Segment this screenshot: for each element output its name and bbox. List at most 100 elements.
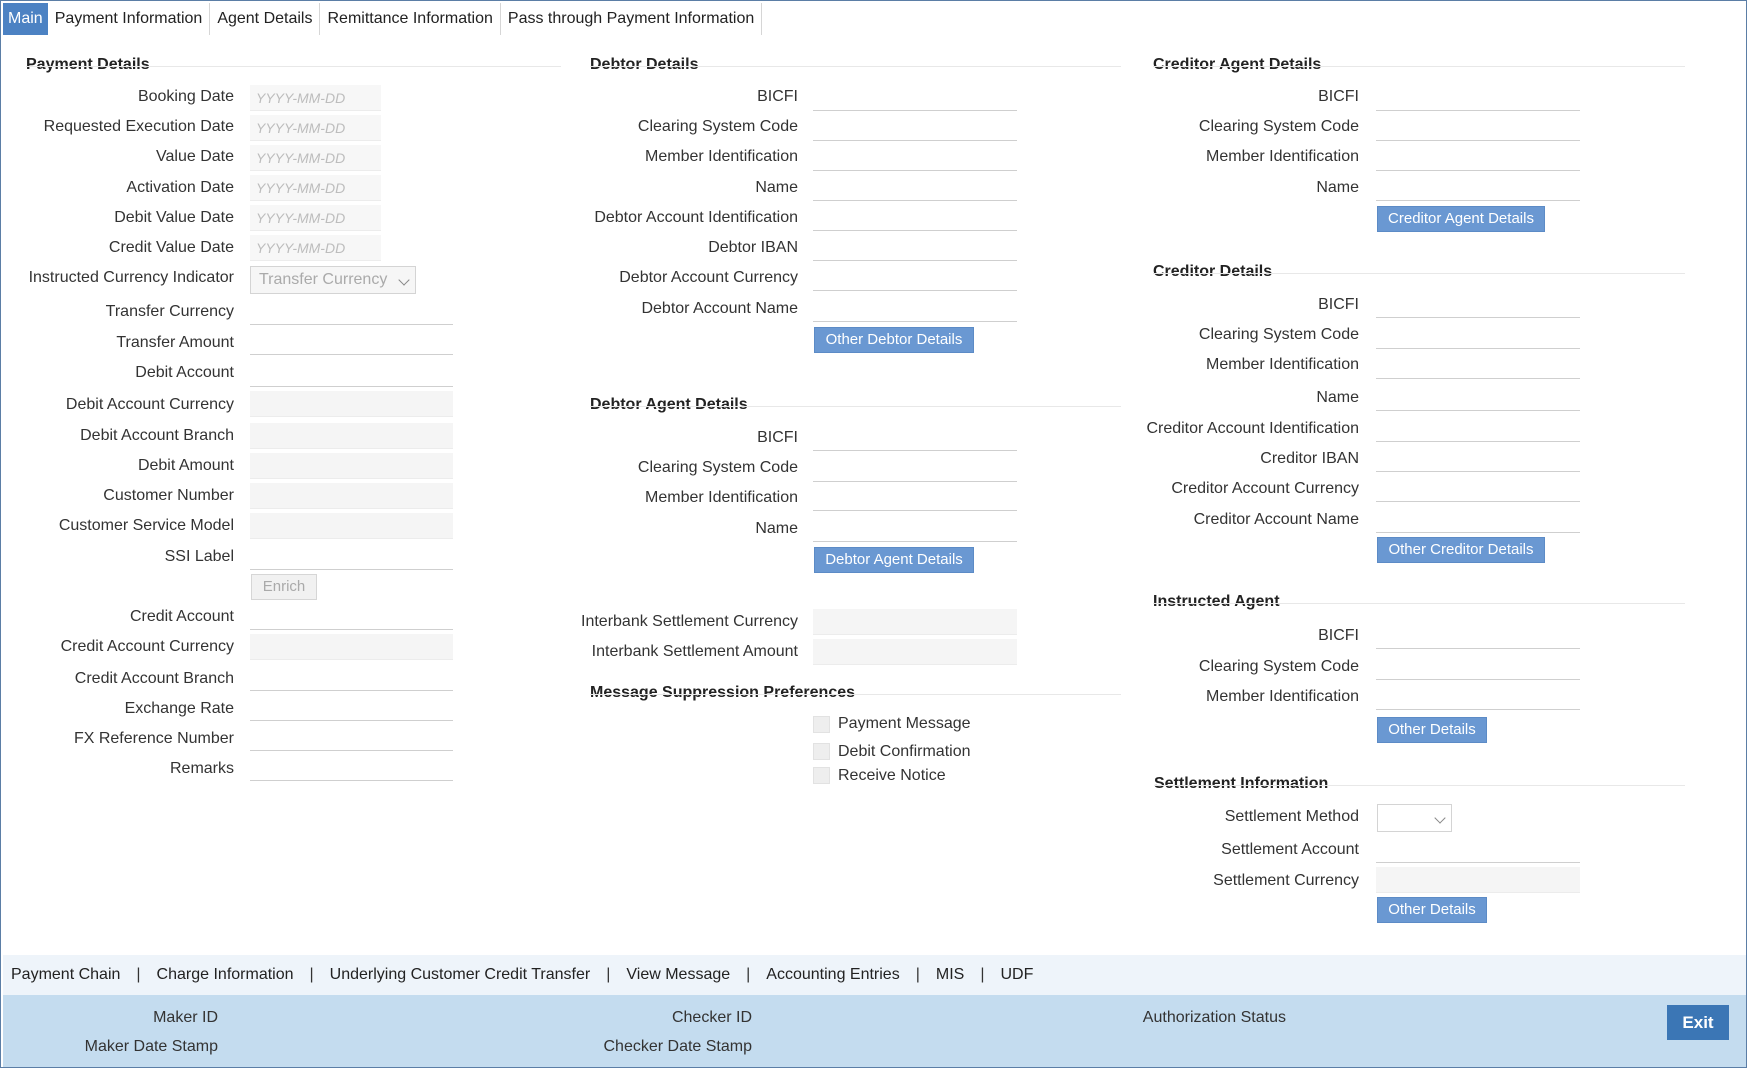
enrich-button[interactable]: Enrich	[251, 574, 317, 600]
interbank-settlement-amount-label: Interbank Settlement Amount	[591, 643, 798, 660]
debit-account-currency-input[interactable]	[250, 391, 453, 417]
maker-id-label: Maker ID	[153, 1009, 218, 1026]
transfer-currency-input[interactable]	[250, 299, 453, 325]
udf-link[interactable]: UDF	[1000, 966, 1033, 984]
booking-date-input[interactable]	[250, 85, 381, 111]
credit-account-currency-input[interactable]	[250, 634, 453, 660]
creditor-account-name-input[interactable]	[1376, 507, 1580, 533]
payment-message-label: Payment Message	[838, 715, 971, 732]
tab-agent-details[interactable]: Agent Details	[210, 3, 321, 35]
debtor-agent-name-input[interactable]	[813, 516, 1017, 542]
creditor-agent-name-label: Name	[1316, 179, 1359, 196]
ssi-label-input[interactable]	[250, 544, 453, 570]
tab-pass-through-payment-information[interactable]: Pass through Payment Information	[501, 3, 763, 35]
creditor-agent-member-identification-input[interactable]	[1376, 145, 1580, 171]
creditor-clearing-system-code-input[interactable]	[1376, 323, 1580, 349]
debit-account-branch-input[interactable]	[250, 423, 453, 449]
transfer-currency-label: Transfer Currency	[105, 303, 234, 320]
instructed-agent-bicfi-label: BICFI	[1318, 627, 1359, 644]
instructed-agent-bicfi-input[interactable]	[1376, 623, 1580, 649]
tab-remittance-information[interactable]: Remittance Information	[320, 3, 501, 35]
value-date-label: Value Date	[156, 148, 234, 165]
requested-execution-date-input[interactable]	[250, 115, 381, 141]
transfer-amount-input[interactable]	[250, 329, 453, 355]
settlement-account-label: Settlement Account	[1221, 841, 1359, 858]
debtor-account-currency-input[interactable]	[813, 265, 1017, 291]
creditor-details-title: Creditor Details	[1153, 263, 1273, 280]
credit-account-input[interactable]	[250, 604, 453, 630]
creditor-agent-clearing-system-code-input[interactable]	[1376, 115, 1580, 141]
debit-amount-input[interactable]	[250, 453, 453, 479]
receive-notice-checkbox[interactable]	[813, 767, 830, 784]
accounting-entries-link[interactable]: Accounting Entries	[766, 966, 899, 984]
charge-information-link[interactable]: Charge Information	[157, 966, 294, 984]
debtor-bicfi-input[interactable]	[813, 85, 1017, 111]
activation-date-input[interactable]	[250, 175, 381, 201]
exchange-rate-label: Exchange Rate	[124, 700, 234, 717]
debtor-agent-bicfi-input[interactable]	[813, 425, 1017, 451]
requested-execution-date-label: Requested Execution Date	[43, 118, 234, 135]
debtor-name-input[interactable]	[813, 175, 1017, 201]
creditor-bicfi-label: BICFI	[1318, 296, 1359, 313]
settlement-account-input[interactable]	[1376, 837, 1580, 863]
customer-service-model-label: Customer Service Model	[58, 517, 234, 534]
payment-details-title: Payment Details	[26, 56, 150, 73]
settlement-other-details-button[interactable]: Other Details	[1377, 897, 1487, 923]
creditor-account-name-label: Creditor Account Name	[1193, 511, 1359, 528]
interbank-settlement-currency-input[interactable]	[813, 609, 1017, 635]
credit-account-branch-input[interactable]	[250, 665, 453, 691]
debtor-member-identification-input[interactable]	[813, 145, 1017, 171]
interbank-settlement-amount-input[interactable]	[813, 639, 1017, 665]
exchange-rate-input[interactable]	[250, 695, 453, 721]
value-date-input[interactable]	[250, 145, 381, 171]
tab-payment-information[interactable]: Payment Information	[48, 3, 211, 35]
fx-reference-number-input[interactable]	[250, 725, 453, 751]
settlement-method-select[interactable]	[1377, 804, 1452, 832]
link-separator: |	[980, 966, 985, 983]
link-separator: |	[136, 966, 141, 983]
mis-link[interactable]: MIS	[936, 966, 964, 984]
instructed-agent-clearing-system-code-input[interactable]	[1376, 654, 1580, 680]
debtor-account-name-input[interactable]	[813, 296, 1017, 322]
credit-value-date-input[interactable]	[250, 235, 381, 261]
debtor-account-identification-input[interactable]	[813, 205, 1017, 231]
settlement-currency-input[interactable]	[1376, 867, 1580, 893]
customer-service-model-input[interactable]	[250, 513, 453, 539]
underlying-customer-credit-transfer-link[interactable]: Underlying Customer Credit Transfer	[330, 966, 591, 984]
payment-chain-link[interactable]: Payment Chain	[11, 966, 120, 984]
creditor-account-identification-input[interactable]	[1376, 416, 1580, 442]
remarks-input[interactable]	[250, 755, 453, 781]
tab-bar: Main Payment Information Agent Details R…	[3, 3, 763, 35]
payment-message-checkbox[interactable]	[813, 716, 830, 733]
debtor-agent-details-button[interactable]: Debtor Agent Details	[814, 547, 974, 573]
debit-account-input[interactable]	[250, 361, 453, 387]
debit-value-date-input[interactable]	[250, 205, 381, 231]
tab-main[interactable]: Main	[3, 3, 48, 35]
creditor-agent-bicfi-label: BICFI	[1318, 88, 1359, 105]
creditor-iban-input[interactable]	[1376, 446, 1580, 472]
other-debtor-details-button[interactable]: Other Debtor Details	[814, 327, 974, 353]
debit-amount-label: Debit Amount	[137, 457, 234, 474]
exit-button[interactable]: Exit	[1667, 1005, 1729, 1040]
debtor-agent-name-label: Name	[755, 520, 798, 537]
debtor-agent-clearing-system-code-input[interactable]	[813, 456, 1017, 482]
other-creditor-details-button[interactable]: Other Creditor Details	[1377, 537, 1545, 563]
chevron-down-icon	[398, 274, 410, 286]
customer-number-input[interactable]	[250, 483, 453, 509]
creditor-name-input[interactable]	[1376, 385, 1580, 411]
creditor-bicfi-input[interactable]	[1376, 292, 1580, 318]
creditor-agent-bicfi-input[interactable]	[1376, 85, 1580, 111]
creditor-agent-name-input[interactable]	[1376, 175, 1580, 201]
instructed-agent-other-details-button[interactable]: Other Details	[1377, 717, 1487, 743]
creditor-member-identification-input[interactable]	[1376, 353, 1580, 379]
debtor-clearing-system-code-input[interactable]	[813, 115, 1017, 141]
instructed-currency-indicator-select[interactable]: Transfer Currency	[250, 266, 416, 294]
instructed-agent-member-identification-label: Member Identification	[1206, 688, 1359, 705]
creditor-agent-details-button[interactable]: Creditor Agent Details	[1377, 206, 1545, 232]
view-message-link[interactable]: View Message	[626, 966, 730, 984]
creditor-account-currency-input[interactable]	[1376, 476, 1580, 502]
debit-confirmation-checkbox[interactable]	[813, 743, 830, 760]
debtor-agent-member-identification-input[interactable]	[813, 485, 1017, 511]
instructed-agent-member-identification-input[interactable]	[1376, 684, 1580, 710]
debtor-iban-input[interactable]	[813, 235, 1017, 261]
